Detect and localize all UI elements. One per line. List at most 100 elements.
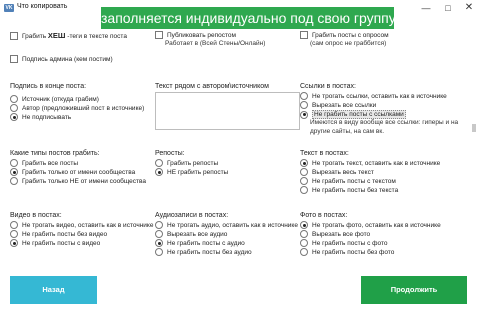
reposts-option-grab[interactable]: Грабить репосты xyxy=(155,159,218,167)
photo-option-skip-without[interactable]: Не грабить посты без фото xyxy=(300,248,394,256)
radio-circle[interactable] xyxy=(155,168,163,176)
audio-title: Аудиозаписи в постах: xyxy=(155,212,229,219)
photo-option-keep[interactable]: Не трогать фото, оставить как в источник… xyxy=(300,221,441,229)
radio-circle[interactable] xyxy=(300,168,308,176)
signature-option-author[interactable]: Автор (предложивший пост в источнике) xyxy=(10,104,144,112)
audio-option-skip-with[interactable]: Не грабить посты с аудио xyxy=(155,239,245,247)
video-option-skip-without[interactable]: Не грабить посты без видео xyxy=(10,230,107,238)
option-label: Источник (откуда грабим) xyxy=(22,95,99,103)
option-label: Вырезать весь текст xyxy=(312,168,374,176)
checkbox-box[interactable] xyxy=(10,31,18,40)
option-label: Не грабить посты с фото xyxy=(312,239,388,247)
radio-circle[interactable] xyxy=(300,186,308,194)
repost-publish-checkbox[interactable]: Публиковать репостом xyxy=(155,31,236,39)
option-label: Не трогать видео, оставить как в источни… xyxy=(22,221,154,229)
continue-button[interactable]: Продолжить xyxy=(361,276,467,304)
radio-circle[interactable] xyxy=(10,113,18,121)
radio-circle[interactable] xyxy=(300,159,308,167)
option-label: НЕ грабить репосты xyxy=(167,168,229,176)
audio-option-keep[interactable]: Не трогать аудио, оставить как в источни… xyxy=(155,221,298,229)
option-label: Не трогать ссылки, оставить как в источн… xyxy=(312,92,447,100)
text-option-skip-with[interactable]: Не грабить посты с текстом xyxy=(300,177,396,185)
option-label: Не грабить посты с аудио xyxy=(167,239,245,247)
checkbox-box[interactable] xyxy=(155,31,163,39)
close-button[interactable]: ✕ xyxy=(458,0,480,16)
links-note: Имеются в виду вообще все ссылки: гиперы… xyxy=(310,119,459,135)
option-label: Не грабить посты без текста xyxy=(312,186,399,194)
links-title: Ссылки в постах: xyxy=(300,83,356,90)
option-label: Не трогать фото, оставить как в источник… xyxy=(312,221,441,229)
minimize-button[interactable]: — xyxy=(415,0,437,16)
radio-circle[interactable] xyxy=(300,92,308,100)
signature-option-source[interactable]: Источник (откуда грабим) xyxy=(10,95,99,103)
video-title: Видео в постах: xyxy=(10,212,62,219)
option-label: Вырезать все фото xyxy=(312,230,371,238)
option-label: Грабить репосты xyxy=(167,159,219,167)
checkbox-box[interactable] xyxy=(300,31,308,39)
photo-option-skip-with[interactable]: Не грабить посты с фото xyxy=(300,239,387,247)
radio-circle[interactable] xyxy=(300,239,308,247)
option-label: Грабить все посты xyxy=(22,159,78,167)
radio-circle[interactable] xyxy=(155,239,163,247)
radio-circle[interactable] xyxy=(300,221,308,229)
hash-label-bold: ХЕШ xyxy=(47,31,66,40)
hash-tags-checkbox[interactable]: Грабить ХЕШ -теги в тексте поста xyxy=(10,31,127,40)
option-label: Не грабить посты без аудио xyxy=(167,248,252,256)
audio-option-skip-without[interactable]: Не грабить посты без аудио xyxy=(155,248,252,256)
option-label: Не трогать текст, оставить как в источни… xyxy=(312,159,441,167)
post-types-option-not-community[interactable]: Грабить только НЕ от имени сообщества xyxy=(10,177,146,185)
radio-circle[interactable] xyxy=(10,168,18,176)
photo-title: Фото в постах: xyxy=(300,212,348,219)
admin-sign-label: Подпись админа (кем постим) xyxy=(22,55,113,63)
radio-circle[interactable] xyxy=(10,221,18,229)
video-option-skip-with[interactable]: Не грабить посты с видео xyxy=(10,239,100,247)
radio-circle[interactable] xyxy=(10,104,18,112)
maximize-button[interactable]: □ xyxy=(437,0,459,16)
option-label: Грабить только НЕ от имени сообщества xyxy=(22,177,147,185)
links-option-cut[interactable]: Вырезать все ссылки xyxy=(300,101,376,109)
window-title: Что копировать xyxy=(17,3,68,10)
post-types-option-all[interactable]: Грабить все посты xyxy=(10,159,78,167)
option-label: Грабить только от имени сообщества xyxy=(22,168,136,176)
text-option-cut[interactable]: Вырезать весь текст xyxy=(300,168,374,176)
radio-circle[interactable] xyxy=(10,95,18,103)
radio-circle[interactable] xyxy=(10,230,18,238)
radio-circle[interactable] xyxy=(300,101,308,109)
reposts-title: Репосты: xyxy=(155,150,185,157)
signature-option-none[interactable]: Не подписывать xyxy=(10,113,71,121)
repost-publish-label: Публиковать репостом xyxy=(167,31,237,39)
radio-circle[interactable] xyxy=(10,177,18,185)
radio-circle[interactable] xyxy=(155,221,163,229)
option-label: Вырезать все ссылки xyxy=(312,101,377,109)
option-label: Не грабить посты с видео xyxy=(22,239,101,247)
radio-circle[interactable] xyxy=(10,159,18,167)
radio-circle[interactable] xyxy=(300,248,308,256)
reposts-option-skip[interactable]: НЕ грабить репосты xyxy=(155,168,228,176)
photo-option-cut[interactable]: Вырезать все фото xyxy=(300,230,370,238)
signature-title: Подпись в конце поста: xyxy=(10,83,87,90)
scrollbar-thumb[interactable] xyxy=(472,124,476,132)
back-button[interactable]: Назад xyxy=(10,276,97,304)
links-option-keep[interactable]: Не трогать ссылки, оставить как в источн… xyxy=(300,92,447,100)
text-option-skip-without[interactable]: Не грабить посты без текста xyxy=(300,186,398,194)
radio-circle[interactable] xyxy=(155,248,163,256)
radio-circle[interactable] xyxy=(155,159,163,167)
source-text-input[interactable] xyxy=(155,92,300,130)
radio-circle[interactable] xyxy=(10,239,18,247)
text-option-keep[interactable]: Не трогать текст, оставить как в источни… xyxy=(300,159,440,167)
video-option-keep[interactable]: Не трогать видео, оставить как в источни… xyxy=(10,221,153,229)
checkbox-box[interactable] xyxy=(10,55,18,63)
polls-checkbox[interactable]: Грабить посты с опросом xyxy=(300,31,389,39)
post-types-title: Какие типы постов грабить: xyxy=(10,150,100,157)
radio-circle[interactable] xyxy=(155,230,163,238)
option-label: Не трогать аудио, оставить как в источни… xyxy=(167,221,298,229)
text-title: Текст в постах: xyxy=(300,150,349,157)
post-types-option-community[interactable]: Грабить только от имени сообщества xyxy=(10,168,135,176)
source-text-title: Текст рядом с автором\источником xyxy=(155,83,269,90)
audio-option-cut[interactable]: Вырезать все аудио xyxy=(155,230,227,238)
radio-circle[interactable] xyxy=(300,110,308,119)
admin-sign-checkbox[interactable]: Подпись админа (кем постим) xyxy=(10,55,113,63)
option-label: Автор (предложивший пост в источнике) xyxy=(22,104,145,112)
radio-circle[interactable] xyxy=(300,230,308,238)
radio-circle[interactable] xyxy=(300,177,308,185)
